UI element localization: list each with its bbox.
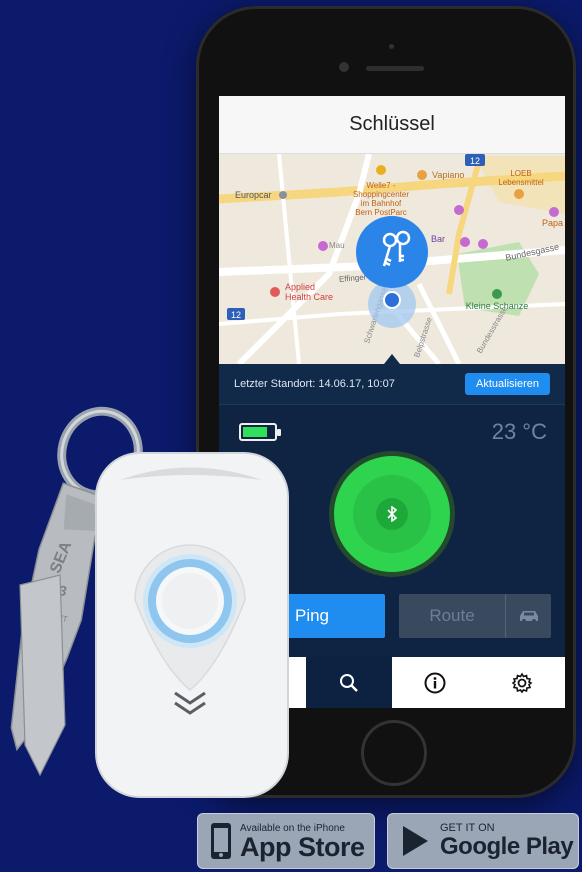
- app-title-bar: Schlüssel: [219, 96, 565, 154]
- route-button-label: Route: [429, 606, 475, 625]
- bluetooth-icon: [376, 498, 408, 530]
- svg-text:Health Care: Health Care: [285, 292, 333, 302]
- svg-text:Bar: Bar: [431, 234, 445, 244]
- home-button[interactable]: [361, 720, 427, 786]
- phone-sensor: [389, 44, 394, 49]
- location-map[interactable]: 12 12 Vapiano Welle7 - Shoppingcenter im…: [219, 154, 565, 364]
- svg-text:Shoppingcenter: Shoppingcenter: [353, 190, 409, 199]
- car-icon[interactable]: [506, 608, 551, 624]
- page-title: Schlüssel: [349, 113, 435, 135]
- svg-text:Papa: Papa: [542, 218, 563, 228]
- last-location-text: Letzter Standort: 14.06.17, 10:07: [234, 378, 395, 390]
- gear-icon: [511, 672, 533, 694]
- svg-text:Applied: Applied: [285, 282, 315, 292]
- svg-text:Kleine Schanze: Kleine Schanze: [466, 301, 529, 311]
- temperature-readout: 23 °C: [491, 419, 547, 444]
- iphone-icon: [211, 823, 231, 859]
- svg-text:Bern PostParc: Bern PostParc: [355, 208, 407, 217]
- tab-settings[interactable]: [479, 657, 566, 708]
- svg-text:LOEB: LOEB: [510, 169, 531, 178]
- svg-text:12: 12: [231, 310, 241, 320]
- app-store-big-text: App Store: [240, 831, 365, 862]
- svg-text:Vapiano: Vapiano: [432, 170, 464, 180]
- svg-text:Europcar: Europcar: [235, 190, 272, 200]
- location-dot: [383, 291, 401, 309]
- phone-speaker: [366, 66, 424, 71]
- svg-text:Welle7 -: Welle7 -: [366, 181, 396, 190]
- svg-text:Mau: Mau: [329, 241, 345, 250]
- info-icon: [424, 672, 446, 694]
- refresh-button[interactable]: Aktualisieren: [465, 373, 550, 395]
- svg-text:Lebensmittel: Lebensmittel: [498, 178, 544, 187]
- route-button[interactable]: Route: [399, 594, 551, 638]
- ping-radar[interactable]: [329, 451, 455, 577]
- app-store-badge[interactable]: Available on the iPhone App Store: [197, 813, 375, 869]
- keyfob-product-image: SEA 3 PATENT: [0, 395, 300, 805]
- tab-search[interactable]: [305, 657, 392, 708]
- google-play-badge[interactable]: GET IT ON Google Play: [387, 813, 579, 869]
- svg-text:im Bahnhof: im Bahnhof: [361, 199, 402, 208]
- key-marker: [356, 216, 428, 288]
- store-badges: Available on the iPhone App Store GET IT…: [197, 813, 579, 869]
- tab-info[interactable]: [392, 657, 479, 708]
- search-icon: [339, 674, 358, 692]
- play-icon: [403, 826, 428, 856]
- map-canvas: 12 12 Vapiano Welle7 - Shoppingcenter im…: [219, 154, 565, 364]
- google-play-big-text: Google Play: [440, 833, 574, 860]
- phone-camera: [339, 62, 349, 72]
- svg-text:12: 12: [470, 156, 480, 166]
